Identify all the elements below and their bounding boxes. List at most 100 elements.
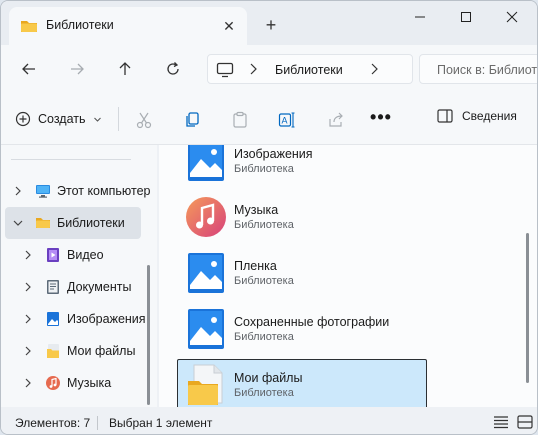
chevron-right-icon[interactable] <box>248 62 258 76</box>
cut-button[interactable] <box>133 109 155 131</box>
library-item-pictures[interactable]: Изображения Библиотека <box>177 145 427 187</box>
item-count: Элементов: 7 <box>15 416 91 430</box>
item-name: Пленка <box>234 259 277 273</box>
folder-library-icon <box>188 364 223 405</box>
arrow-right-icon <box>71 63 84 75</box>
tab-libraries[interactable]: Библиотеки ✕ <box>9 7 247 45</box>
maximize-button[interactable] <box>443 1 489 33</box>
svg-text:A: A <box>282 116 288 126</box>
close-button[interactable] <box>489 1 535 33</box>
music-library-icon <box>46 376 60 390</box>
share-icon <box>329 112 343 127</box>
details-label: Сведения <box>462 109 517 123</box>
music-library-icon <box>186 197 226 237</box>
nav-item-label: Библиотеки <box>57 216 125 230</box>
maximize-icon <box>461 12 471 22</box>
chevron-right-icon[interactable] <box>23 282 33 292</box>
item-type: Библиотека <box>234 331 294 343</box>
nav-item-documents[interactable]: Документы <box>5 271 141 303</box>
library-item-saved-pictures[interactable]: Сохраненные фотографии Библиотека <box>177 303 427 355</box>
address-bar: Библиотеки Поиск в: Библиотеки <box>1 45 537 93</box>
rename-button[interactable]: A <box>276 109 298 131</box>
nav-item-music[interactable]: Музыка <box>5 367 141 399</box>
close-icon <box>506 11 518 23</box>
back-button[interactable] <box>15 56 43 82</box>
chevron-right-icon[interactable] <box>13 186 23 196</box>
item-type: Библиотека <box>234 387 294 399</box>
arrow-left-icon <box>22 63 35 75</box>
chevron-right-icon[interactable] <box>23 346 33 356</box>
content-scrollbar[interactable] <box>526 233 529 383</box>
folder-library-icon <box>47 344 59 358</box>
camera-roll-library-icon <box>188 253 224 293</box>
nav-item-label: Этот компьютер <box>57 184 151 198</box>
tiles-view-icon[interactable] <box>517 415 533 429</box>
folder-icon <box>21 21 37 32</box>
details-button[interactable]: Сведения <box>437 109 517 123</box>
pictures-library-icon <box>188 145 224 181</box>
search-input[interactable]: Поиск в: Библиотеки <box>419 54 538 84</box>
nav-item-label: Музыка <box>67 376 112 390</box>
create-label: Создать <box>38 112 86 126</box>
folder-icon <box>36 218 50 228</box>
saved-pictures-library-icon <box>188 309 224 349</box>
up-button[interactable] <box>111 56 139 82</box>
nav-item-label: Изображения <box>67 312 146 326</box>
item-name: Сохраненные фотографии <box>234 315 390 329</box>
refresh-button[interactable] <box>159 56 187 82</box>
selection-status: Выбран 1 элемент <box>109 416 213 430</box>
content-pane: Изображения Библиотека Музыка Библиотека… <box>159 145 537 407</box>
more-options-button[interactable]: ••• <box>370 106 392 128</box>
details-pane-icon <box>437 109 453 123</box>
create-button[interactable]: Создать <box>15 107 102 131</box>
arrow-up-icon <box>119 62 131 75</box>
breadcrumb-libraries[interactable]: Библиотеки <box>275 63 343 77</box>
tab-close-icon[interactable]: ✕ <box>218 15 240 37</box>
minimize-icon <box>415 16 425 18</box>
chevron-right-icon[interactable] <box>23 314 33 324</box>
nav-item-pictures[interactable]: Изображения <box>5 303 146 335</box>
title-bar: Библиотеки ✕ + <box>1 1 537 45</box>
library-item-music[interactable]: Музыка Библиотека <box>177 191 427 243</box>
pc-icon <box>36 185 50 198</box>
minimize-button[interactable] <box>397 1 443 33</box>
nav-scrollbar[interactable] <box>147 265 150 405</box>
status-bar: Элементов: 7 Выбран 1 элемент <box>1 407 537 434</box>
refresh-icon <box>167 62 179 75</box>
item-name: Изображения <box>234 147 313 161</box>
tab-title: Библиотеки <box>46 18 114 32</box>
explorer-window: Библиотеки ✕ + Библиотеки Поиск в: Библи… <box>0 0 538 435</box>
details-view-icon[interactable] <box>493 415 509 429</box>
nav-item-this-pc[interactable]: Этот компьютер <box>5 175 150 207</box>
chevron-down-icon[interactable] <box>13 218 23 228</box>
item-type: Библиотека <box>234 219 294 231</box>
paste-button[interactable] <box>229 109 251 131</box>
share-button[interactable] <box>325 109 347 131</box>
new-tab-button[interactable]: + <box>259 13 283 37</box>
chevron-right-icon[interactable] <box>369 62 379 76</box>
library-item-my-files[interactable]: Мои файлы Библиотека <box>177 359 427 407</box>
forward-button[interactable] <box>63 56 91 82</box>
clipboard-icon <box>233 111 247 128</box>
pictures-library-icon <box>47 312 59 326</box>
command-bar: Создать A ••• Сведения <box>1 93 537 145</box>
nav-item-libraries[interactable]: Библиотеки <box>5 207 141 239</box>
nav-item-label: Документы <box>67 280 132 294</box>
status-divider <box>97 416 98 430</box>
search-placeholder: Поиск в: Библиотеки <box>437 63 538 77</box>
nav-item-label: Мои файлы <box>67 344 136 358</box>
navigation-pane: Этот компьютер Библиотеки Видео Документ… <box>1 145 157 407</box>
chevron-right-icon[interactable] <box>23 378 33 388</box>
nav-item-label: Видео <box>67 248 104 262</box>
library-item-camera-roll[interactable]: Пленка Библиотека <box>177 247 427 299</box>
nav-item-my-files[interactable]: Мои файлы <box>5 335 141 367</box>
nav-item-video[interactable]: Видео <box>5 239 141 271</box>
copy-icon <box>186 112 199 127</box>
copy-button[interactable] <box>181 109 203 131</box>
chevron-right-icon[interactable] <box>23 250 33 260</box>
item-name: Мои файлы <box>234 371 303 385</box>
item-type: Библиотека <box>234 275 294 287</box>
item-name: Музыка <box>234 203 279 217</box>
monitor-icon <box>216 62 234 78</box>
breadcrumb[interactable]: Библиотеки <box>207 54 413 84</box>
